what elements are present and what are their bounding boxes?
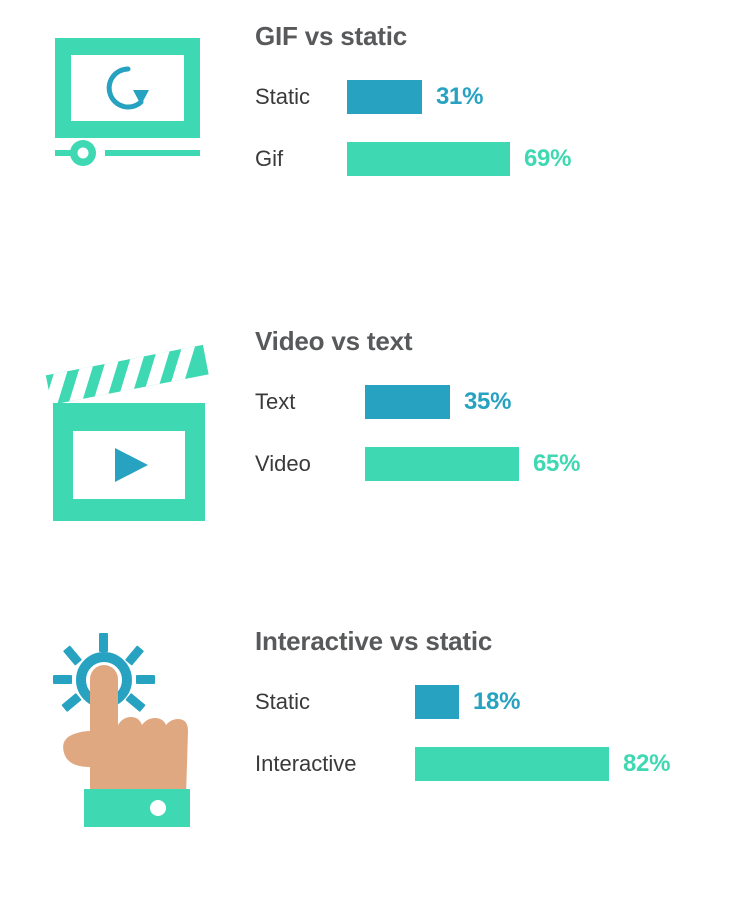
bar-row: Video 65%	[255, 441, 734, 487]
bar-gif	[347, 142, 510, 176]
bar-track: 35%	[365, 385, 511, 419]
content-cell-interactive: Interactive vs static Static 18% Interac…	[255, 625, 734, 803]
bar-value: 18%	[473, 688, 521, 715]
section-title: GIF vs static	[255, 21, 408, 51]
bar-track: 69%	[347, 142, 571, 176]
bar-row: Text 35%	[255, 379, 734, 425]
bar-interactive	[415, 747, 609, 781]
bar-row: Interactive 82%	[255, 741, 734, 787]
bar-text	[365, 385, 450, 419]
bar-track: 82%	[415, 747, 670, 781]
content-cell-gif: GIF vs static Static 31% Gif 69%	[255, 20, 734, 198]
bar-label: Video	[255, 451, 311, 476]
section-video-vs-text: Video vs text Text 35% Video 65%	[0, 325, 734, 555]
bar-track: 65%	[365, 447, 580, 481]
bar-row: Gif 69%	[255, 136, 734, 182]
tapping-hand-icon	[48, 629, 208, 829]
bar-value: 65%	[533, 450, 581, 477]
bar-track: 18%	[415, 685, 520, 719]
bar-label: Text	[255, 389, 296, 414]
bar-value: 35%	[464, 388, 512, 415]
bar-value: 31%	[436, 83, 484, 110]
bar-static	[347, 80, 422, 114]
bar-label: Static	[255, 689, 311, 714]
section-title: Video vs text	[255, 326, 413, 356]
bar-static	[415, 685, 459, 719]
bar-label: Static	[255, 84, 311, 109]
section-interactive-vs-static: Interactive vs static Static 18% Interac…	[0, 625, 734, 855]
bar-label: Interactive	[255, 751, 357, 776]
gif-screen-icon	[45, 28, 210, 178]
infographic-root: GIF vs static Static 31% Gif 69% Video v…	[0, 0, 734, 898]
section-gif-vs-static: GIF vs static Static 31% Gif 69%	[0, 20, 734, 250]
bar-value: 69%	[524, 145, 572, 172]
section-title: Interactive vs static	[255, 626, 493, 656]
bar-video	[365, 447, 519, 481]
bar-row: Static 31%	[255, 74, 734, 120]
bar-track: 31%	[347, 80, 483, 114]
content-cell-video: Video vs text Text 35% Video 65%	[255, 325, 734, 503]
clapperboard-icon	[43, 331, 213, 521]
icon-cell-video	[0, 325, 255, 521]
bar-label: Gif	[255, 146, 284, 171]
bar-value: 82%	[623, 750, 671, 777]
icon-cell-interactive	[0, 625, 255, 829]
bar-row: Static 18%	[255, 679, 734, 725]
icon-cell-gif	[0, 20, 255, 178]
